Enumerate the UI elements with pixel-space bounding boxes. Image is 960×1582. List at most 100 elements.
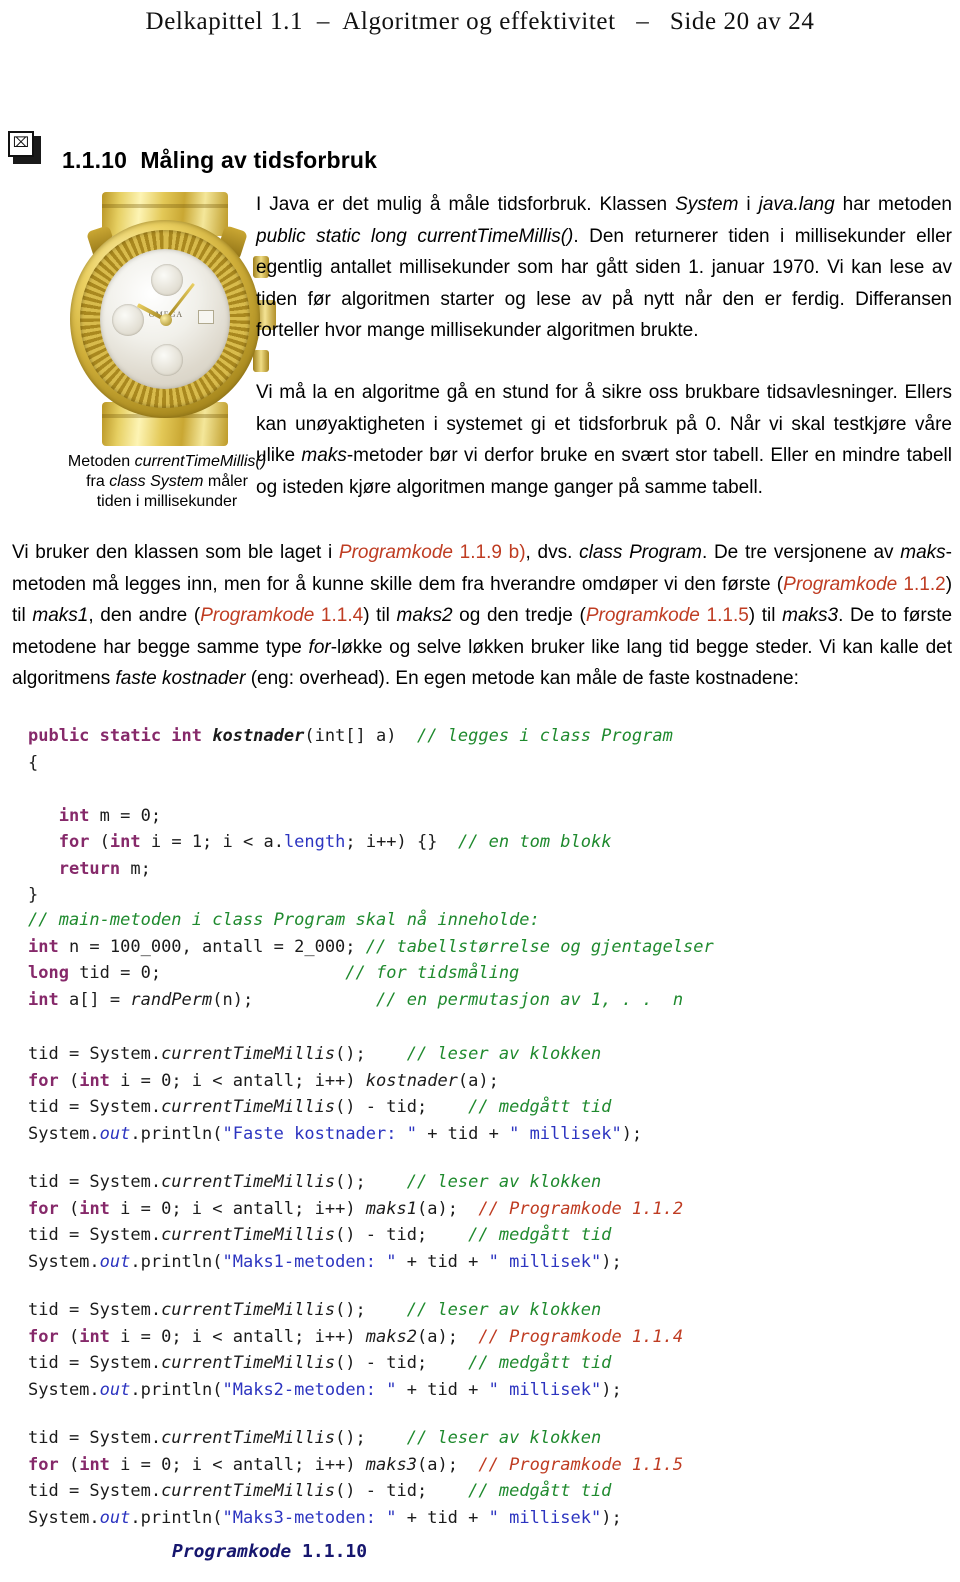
p3-text-8: og den tredje (: [452, 605, 586, 626]
c6-out-field: out: [99, 1507, 131, 1528]
link-programkode-1-1-9b[interactable]: Programkode 1.1.9 b): [339, 542, 526, 563]
watch-photo: OMEGA: [56, 192, 278, 446]
c4-parens-1: ();: [335, 1172, 407, 1192]
link-programkode-1-1-2[interactable]: Programkode 1.1.2: [783, 574, 946, 595]
figure-caption: Metoden currentTimeMillis() fra class Sy…: [56, 452, 278, 512]
c4-for-cond: i = 0; i < antall; i++): [109, 1198, 366, 1219]
c6-for-keyword: for: [28, 1454, 59, 1475]
c4-ctm-call-1: currentTimeMillis: [161, 1172, 336, 1192]
link-label-4: Programkode: [585, 605, 707, 626]
c6-string-2: " millisek": [488, 1507, 602, 1528]
c4-parens-2: () - tid;: [335, 1225, 469, 1245]
caption-class-name: class System: [109, 473, 204, 490]
link-programkode-1-1-4[interactable]: Programkode 1.1.4: [200, 605, 363, 626]
link-programkode-1-1-5[interactable]: Programkode 1.1.5: [586, 605, 749, 626]
c3-comment-2: // medgått tid: [468, 1097, 612, 1117]
c5-println: .println(: [130, 1379, 223, 1400]
c5-ctm-call-1: currentTimeMillis: [161, 1300, 336, 1320]
watch-date-window: [198, 310, 214, 324]
c5-for-tail: (a);: [416, 1326, 479, 1347]
c3-tid-assign: tid = System.: [28, 1044, 162, 1064]
c6-for-int: int: [79, 1454, 110, 1475]
c3-string-1: "Faste kostnader: ": [222, 1123, 417, 1144]
c5-comment-link[interactable]: // Programkode 1.1.4: [478, 1327, 683, 1347]
link-number-2: 1.1.2: [903, 573, 946, 595]
caption-part-1: Metoden: [67, 453, 135, 470]
c4-for-int: int: [79, 1198, 110, 1219]
link-label-1: Programkode: [338, 542, 460, 563]
watch-subdial-top: [151, 264, 183, 296]
c6-comment-1: // leser av klokken: [406, 1428, 602, 1448]
link-number-1: 1.1.9 b): [459, 542, 526, 563]
c5-for-cond: i = 0; i < antall; i++): [109, 1326, 366, 1347]
p1-package-javalang: java.lang: [758, 194, 835, 215]
link-number-4: 1.1.5: [706, 605, 749, 626]
c5-parens-1: ();: [335, 1300, 407, 1320]
c1-open-brace: {: [28, 752, 39, 773]
c1-for-open: (: [89, 832, 110, 852]
broken-image-icon-glyph: ⌧: [8, 131, 34, 157]
c1-int-keyword: int: [58, 805, 90, 826]
p3-class-program: class Program: [579, 542, 702, 563]
c3-parens-2: () - tid;: [335, 1097, 469, 1117]
c4-maks1-call: maks1: [365, 1198, 417, 1219]
c4-tid-diff: tid = System.: [28, 1225, 162, 1245]
c4-comment-2: // medgått tid: [468, 1225, 612, 1245]
paragraph-measurement-advice: Vi må la en algoritme gå en stund for å …: [256, 377, 952, 503]
c4-string-1: "Maks1-metoden: ": [222, 1251, 397, 1272]
c5-tid-assign: tid = System.: [28, 1300, 162, 1320]
c2-randperm-call: randPerm: [130, 989, 213, 1010]
c6-comment-link[interactable]: // Programkode 1.1.5: [478, 1455, 683, 1475]
c4-for-keyword: for: [28, 1198, 59, 1219]
figure-watch: OMEGA Metoden currentTimeMillis() fra cl…: [56, 192, 278, 512]
caption-part-3: måler: [203, 473, 248, 490]
code-block-timing-kostnader: tid = System.currentTimeMillis(); // les…: [28, 1041, 642, 1147]
p2-maks-emphasis: maks: [301, 445, 347, 466]
code-caption-number: 1.1.10: [291, 1541, 368, 1562]
c3-ctm-call-1: currentTimeMillis: [161, 1044, 336, 1064]
c6-parens-1: ();: [335, 1428, 407, 1448]
c2-int-keyword-2: int: [28, 989, 59, 1010]
watch-subdial-left: [112, 304, 144, 336]
c1-keywords: public static int: [28, 726, 213, 746]
c5-for-open: (: [58, 1326, 80, 1347]
c5-string-2: " millisek": [488, 1379, 602, 1400]
c3-concat: + tid +: [416, 1123, 510, 1144]
c3-for-keyword: for: [28, 1070, 59, 1091]
watch-pusher-bottom: [253, 350, 269, 372]
c5-comment-1: // leser av klokken: [406, 1300, 602, 1320]
c4-comment-1: // leser av klokken: [406, 1172, 602, 1192]
c5-maks2-call: maks2: [365, 1326, 417, 1347]
p3-maks1: maks1: [32, 605, 89, 626]
c1-signature: (int[] a): [304, 726, 417, 746]
c6-ctm-call-1: currentTimeMillis: [161, 1428, 336, 1448]
c3-close: );: [621, 1123, 643, 1144]
caption-method-name: currentTimeMillis(): [134, 453, 267, 470]
c3-for-open: (: [58, 1070, 80, 1091]
c2-long-keyword: long: [28, 963, 69, 983]
c5-string-1: "Maks2-metoden: ": [222, 1379, 397, 1400]
c1-method-name: kostnader: [212, 726, 305, 746]
c3-ctm-call-2: currentTimeMillis: [161, 1097, 336, 1117]
caption-part-4: tiden i millisekunder: [96, 493, 238, 510]
p3-text-1: Vi bruker den klassen som ble laget i: [12, 542, 339, 563]
c1-for-int: int: [109, 832, 141, 852]
code-block-timing-maks3: tid = System.currentTimeMillis(); // les…: [28, 1425, 683, 1531]
c1-return-value: m;: [120, 858, 151, 879]
c3-string-2: " millisek": [509, 1123, 622, 1144]
c4-out-field: out: [99, 1251, 131, 1272]
c5-comment-2: // medgått tid: [468, 1353, 612, 1373]
c6-parens-2: () - tid;: [335, 1481, 469, 1501]
p1-text-3: har metoden: [834, 194, 952, 215]
page-header: Delkapittel 1.1 – Algoritmer og effektiv…: [145, 8, 815, 35]
p3-text-9: ) til: [748, 605, 783, 626]
p3-text-2: , dvs.: [525, 542, 580, 563]
c5-system: System.: [28, 1379, 100, 1400]
c3-println: .println(: [130, 1123, 223, 1144]
c3-out-field: out: [99, 1123, 131, 1144]
c6-string-1: "Maks3-metoden: ": [222, 1507, 397, 1528]
c4-system: System.: [28, 1251, 100, 1272]
c6-close: );: [601, 1507, 622, 1528]
c3-kostnader-call: kostnader: [365, 1070, 458, 1091]
c4-comment-link[interactable]: // Programkode 1.1.2: [478, 1199, 683, 1219]
